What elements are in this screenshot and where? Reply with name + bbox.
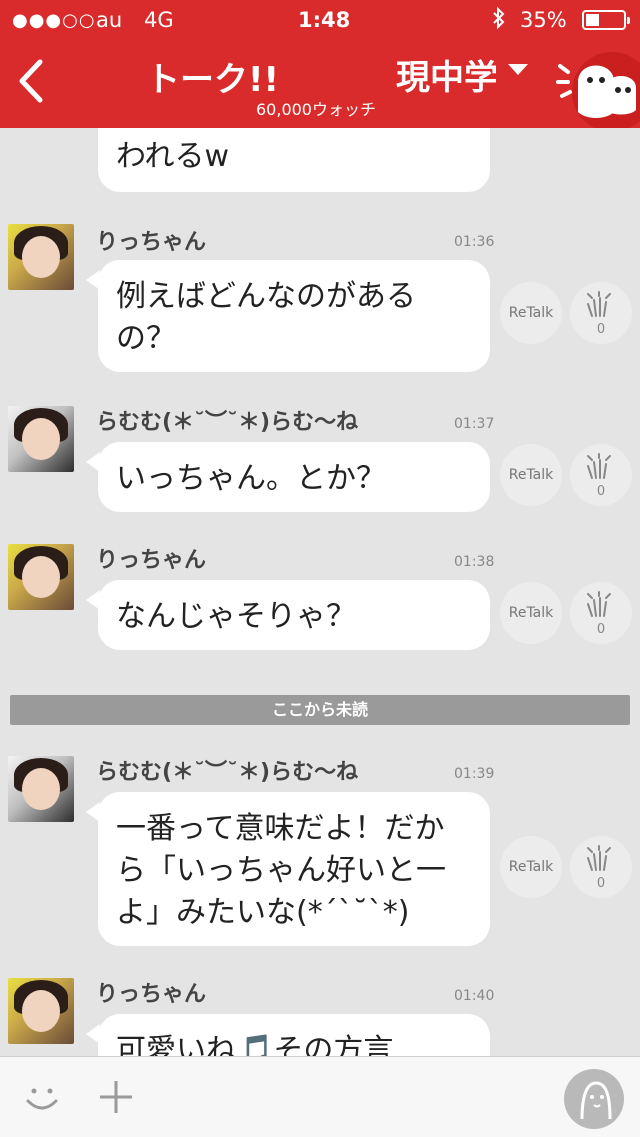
message-text: なんじゃそりゃ？ xyxy=(116,599,356,634)
chat-area[interactable]: われるw りっちゃん 01:36 例えばどんなのがあるの？ ReTalk 0 ら… xyxy=(0,128,640,1056)
plus-icon[interactable] xyxy=(96,1077,136,1121)
unread-divider: ここから未読 xyxy=(10,695,630,725)
message-time: 01:40 xyxy=(454,988,495,1004)
clock: 1:48 xyxy=(298,8,351,32)
input-bar xyxy=(0,1056,640,1137)
bluetooth-icon xyxy=(492,6,506,35)
retalk-button[interactable]: ReTalk xyxy=(500,444,562,506)
retalk-button[interactable]: ReTalk xyxy=(500,282,562,344)
message-text: 例えばどんなのがあるの？ xyxy=(116,279,416,356)
message-bubble[interactable]: われるw xyxy=(98,128,490,192)
back-chevron-icon xyxy=(19,59,43,103)
clap-button[interactable]: 0 xyxy=(570,444,632,506)
channel-selector[interactable]: 現中学 xyxy=(396,50,496,99)
message-text: いっちゃん。とか？ xyxy=(116,461,386,496)
battery-percent: 35% xyxy=(520,8,567,32)
profile-icon[interactable] xyxy=(564,1069,624,1129)
clap-count: 0 xyxy=(596,322,606,337)
battery-icon xyxy=(582,10,630,30)
clap-icon xyxy=(587,453,611,479)
retalk-button[interactable]: ReTalk xyxy=(500,836,562,898)
message-text: 一番って意味だよ！だから「いっちゃん好いと一よ」みたいな(*´`˘`*) xyxy=(116,811,446,930)
message-text: われるw xyxy=(116,139,230,174)
message-time: 01:36 xyxy=(454,234,495,250)
avatar[interactable] xyxy=(8,756,74,822)
status-bar: ●●●○○ au 4G 1:48 35% xyxy=(0,0,640,40)
author-name: りっちゃん xyxy=(96,982,207,1007)
author-name: りっちゃん xyxy=(96,548,207,573)
clap-icon xyxy=(587,591,611,617)
avatar[interactable] xyxy=(8,224,74,290)
author-name: らむむ(＊˘︶˘＊)らむ〜ね xyxy=(96,410,359,435)
dropdown-icon[interactable] xyxy=(508,64,528,75)
message-bubble[interactable]: いっちゃん。とか？ xyxy=(86,442,490,512)
author-name: らむむ(＊˘︶˘＊)らむ〜ね xyxy=(96,760,359,785)
retalk-button[interactable]: ReTalk xyxy=(500,582,562,644)
carrier: au xyxy=(96,8,123,32)
clap-button[interactable]: 0 xyxy=(570,582,632,644)
message-text: 可愛いね🎵その方言 xyxy=(116,1033,394,1056)
message-time: 01:37 xyxy=(454,416,495,432)
clap-count: 0 xyxy=(596,876,606,891)
clap-icon xyxy=(587,291,611,317)
clap-count: 0 xyxy=(596,484,606,499)
signal-strength: ●●●○○ xyxy=(12,10,96,31)
message-bubble[interactable]: 可愛いね🎵その方言 xyxy=(86,1014,490,1056)
back-button[interactable] xyxy=(14,58,54,104)
message-time: 01:38 xyxy=(454,554,495,570)
avatar[interactable] xyxy=(8,978,74,1044)
author-name: りっちゃん xyxy=(96,230,207,255)
watch-count: 60,000ウォッチ xyxy=(256,100,376,119)
avatar[interactable] xyxy=(8,406,74,472)
smiley-icon[interactable] xyxy=(24,1081,60,1121)
mascot-icon[interactable] xyxy=(556,48,640,128)
message-bubble[interactable]: 一番って意味だよ！だから「いっちゃん好いと一よ」みたいな(*´`˘`*) xyxy=(86,792,490,946)
message-bubble[interactable]: 例えばどんなのがあるの？ xyxy=(86,260,490,372)
avatar[interactable] xyxy=(8,544,74,610)
header: ●●●○○ au 4G 1:48 35% トーク!! 60,000ウォッチ 現中… xyxy=(0,0,640,128)
clap-count: 0 xyxy=(596,622,606,637)
clap-button[interactable]: 0 xyxy=(570,282,632,344)
talk-title: トーク!! xyxy=(146,60,280,100)
network-type: 4G xyxy=(144,8,174,32)
clap-button[interactable]: 0 xyxy=(570,836,632,898)
message-time: 01:39 xyxy=(454,766,495,782)
message-bubble[interactable]: なんじゃそりゃ？ xyxy=(86,580,490,650)
clap-icon xyxy=(587,845,611,871)
